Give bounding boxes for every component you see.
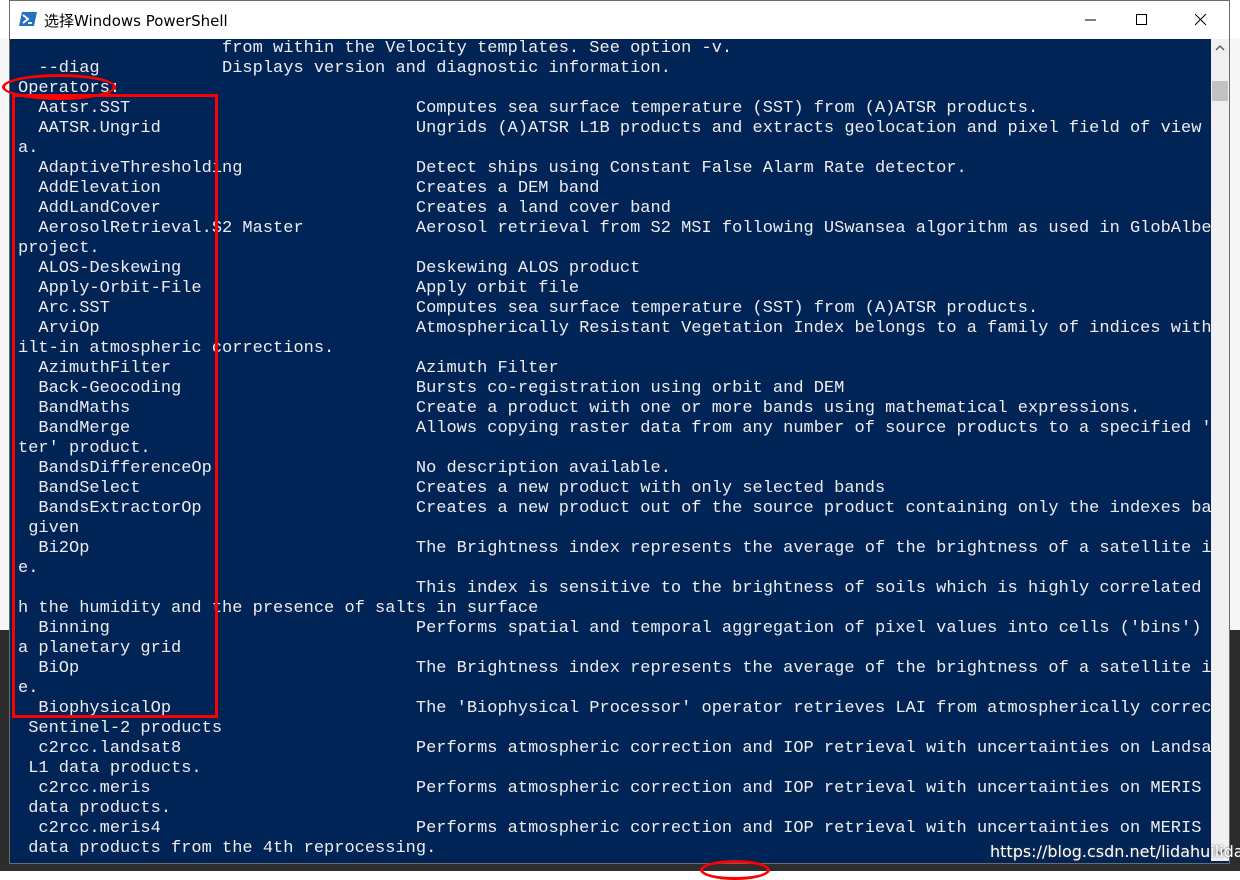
watermark: https://blog.csdn.net/lidahuilida	[990, 842, 1240, 861]
console-line: c2rcc.landsat8 Performs atmospheric corr…	[18, 739, 1211, 758]
close-icon	[1195, 14, 1207, 26]
bottom-highlight-ellipse	[700, 860, 770, 880]
title-bar[interactable]: 选择Windows PowerShell	[10, 1, 1229, 39]
console-line: c2rcc.meris Performs atmospheric correct…	[18, 779, 1211, 798]
minimize-button[interactable]	[1068, 1, 1114, 39]
operator-names-highlight-box	[12, 94, 218, 718]
scrollbar-thumb[interactable]	[1212, 81, 1228, 101]
close-button[interactable]	[1178, 1, 1224, 39]
scroll-up-icon[interactable]	[1211, 39, 1229, 57]
powershell-icon	[19, 12, 37, 26]
console-line: Sentinel-2 products	[18, 719, 223, 738]
console-line: data products from the 4th reprocessing.	[18, 839, 437, 858]
minimize-icon	[1085, 19, 1096, 21]
maximize-button[interactable]	[1119, 1, 1165, 39]
vertical-scrollbar[interactable]	[1211, 39, 1229, 861]
console-line: L1 data products.	[18, 759, 202, 778]
maximize-icon	[1136, 14, 1147, 25]
console-line: from within the Velocity templates. See …	[18, 39, 733, 58]
console-line: data products.	[18, 799, 172, 818]
console-line: --diag Displays version and diagnostic i…	[18, 59, 671, 78]
window-title: 选择Windows PowerShell	[44, 12, 228, 30]
console-line: c2rcc.meris4 Performs atmospheric correc…	[18, 819, 1211, 838]
